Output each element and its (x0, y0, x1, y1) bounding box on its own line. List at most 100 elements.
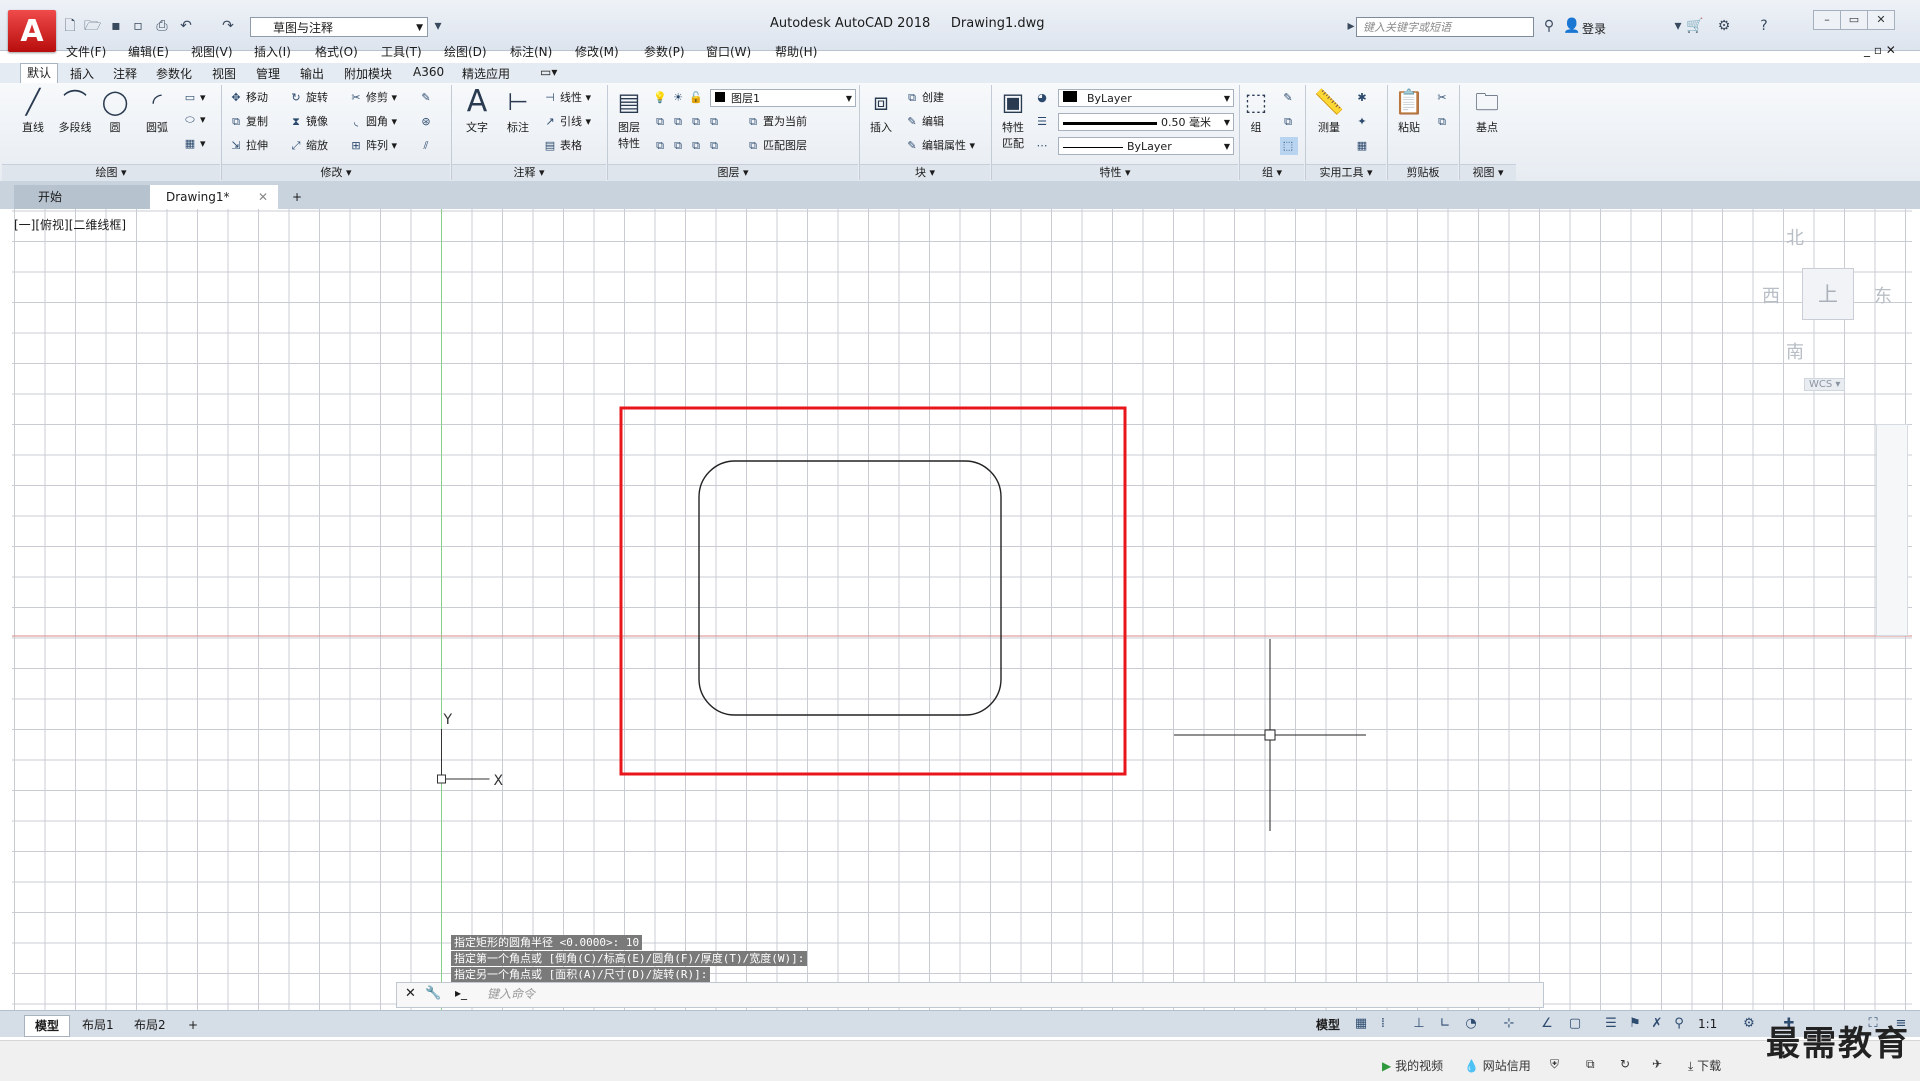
fillet-tool[interactable]: ◟ 圆角 ▾ (348, 113, 397, 131)
rotate-tool[interactable]: ↻ 旋转 (288, 89, 328, 107)
modify-panel-title[interactable]: 修改 ▾ (222, 164, 450, 181)
dimension-tool[interactable]: ⊢ 标注 (497, 85, 539, 135)
edit-block-tool[interactable]: ✎ 编辑 (904, 113, 944, 131)
layer-tools-row-2[interactable]: ⧉ ⧉ ⧉ ⧉ (652, 137, 724, 155)
tab-parametric[interactable]: 参数化 (156, 65, 192, 82)
navigation-bar[interactable] (1876, 424, 1908, 636)
group-edit-tool[interactable]: ✎ (1280, 89, 1298, 107)
groups-panel-title[interactable]: 组 ▾ (1240, 164, 1304, 181)
offset-tool[interactable]: ⫽ (418, 137, 436, 155)
workspace-gear-icon[interactable]: ⚙ (1740, 1016, 1758, 1032)
transparency-icon[interactable]: ▢ (1566, 1016, 1584, 1032)
command-input[interactable]: 键入命令 (487, 986, 1527, 1002)
text-tool[interactable]: A 文字 (456, 85, 498, 135)
menu-help[interactable]: 帮助(H) (775, 43, 817, 60)
minimize-button[interactable]: – (1813, 10, 1841, 30)
shield-icon[interactable]: ⛨ (1550, 1057, 1559, 1072)
viewcube-face[interactable]: 上 (1802, 268, 1854, 320)
viewcube-south[interactable]: 南 (1786, 338, 1804, 364)
menu-dimension[interactable]: 标注(N) (510, 43, 552, 60)
exchange-icon[interactable]: ⚙ (1716, 18, 1732, 34)
utilities-panel-title[interactable]: 实用工具 ▾ (1306, 164, 1386, 181)
save-as-icon[interactable]: ▫ (130, 18, 146, 34)
save-icon[interactable]: ▪ (108, 18, 124, 34)
paste-tool[interactable]: 📋 粘贴 (1388, 85, 1430, 135)
tab-model[interactable]: 模型 (24, 1015, 71, 1037)
new-tab-button[interactable]: + (286, 185, 308, 209)
close-button[interactable]: ✕ (1867, 10, 1895, 30)
tray-tool-icon[interactable]: ✈ (1652, 1057, 1662, 1071)
menu-format[interactable]: 格式(O) (315, 43, 358, 60)
login-dropdown-icon[interactable]: ▾ (1670, 18, 1686, 34)
plot-icon[interactable]: ⎙ (154, 18, 170, 34)
annotation-scale[interactable]: 1:1 (1698, 1017, 1717, 1031)
copy-clip-tool[interactable]: ⧉ (1434, 113, 1452, 131)
tab-view[interactable]: 视图 (212, 65, 236, 82)
block-panel-title[interactable]: 块 ▾ (860, 164, 990, 181)
layer-tools-row-1[interactable]: ⧉ ⧉ ⧉ ⧉ (652, 113, 724, 131)
customize-toolbar-icon[interactable]: ▾ (430, 18, 446, 34)
viewcube-north[interactable]: 北 (1786, 224, 1804, 250)
layers-panel-title[interactable]: 图层 ▾ (608, 164, 858, 181)
my-video-link[interactable]: ▶ 我的视频 (1382, 1057, 1443, 1074)
table-tool[interactable]: ▤ 表格 (542, 137, 582, 155)
menu-view[interactable]: 视图(V) (191, 43, 233, 60)
color-wheel-icon[interactable]: ◕ (1034, 89, 1052, 107)
menu-window[interactable]: 窗口(W) (706, 43, 751, 60)
infer-icon[interactable]: ⊥ (1410, 1016, 1428, 1032)
viewcube-west[interactable]: 西 (1762, 282, 1780, 308)
tab-layout1[interactable]: 布局1 (72, 1015, 124, 1035)
explode-tool[interactable]: ⊛ (418, 113, 436, 131)
search-input[interactable]: 键入关键字或短语 (1356, 17, 1534, 37)
set-current-tool[interactable]: ⧉ 置为当前 (745, 113, 807, 131)
tab-manage[interactable]: 管理 (256, 65, 280, 82)
linetype-dropdown[interactable]: ByLayer ▼ (1058, 137, 1234, 155)
rectangle-tool[interactable]: ▭ ▾ (182, 89, 206, 107)
layer-dropdown[interactable]: 图层1 ▼ (710, 89, 856, 107)
wcs-menu[interactable]: WCS ▾ (1804, 378, 1846, 391)
line-tool[interactable]: ╱ 直线 (12, 85, 54, 135)
login-link[interactable]: 登录 (1582, 20, 1606, 37)
cart-icon[interactable]: 🛒 (1686, 18, 1703, 34)
help-icon[interactable]: ? (1756, 18, 1772, 34)
ungroup-tool[interactable]: ⧉ (1280, 113, 1298, 131)
annotation-monitor-icon[interactable]: ⚑ (1626, 1016, 1644, 1032)
refresh-icon[interactable]: ↻ (1620, 1057, 1630, 1071)
match-properties-tool[interactable]: ▣ 特性 匹配 (992, 85, 1034, 151)
new-file-icon[interactable]: 🗋 (62, 18, 78, 34)
tab-annotate[interactable]: 注释 (113, 65, 137, 82)
linear-dim-tool[interactable]: ⊣ 线性 ▾ (542, 89, 591, 107)
net-credit-link[interactable]: 💧 网站信用 (1464, 1057, 1531, 1074)
group-tool[interactable]: ⬚ 组 (1236, 85, 1276, 135)
layer-properties-tool[interactable]: ▤ 图层 特性 (608, 85, 650, 151)
properties-panel-title[interactable]: 特性 ▾ (992, 164, 1238, 181)
create-block-tool[interactable]: ⧉ 创建 (904, 89, 944, 107)
ellipse-tool[interactable]: ⬭ ▾ (182, 111, 205, 129)
annotation-visibility-icon[interactable]: ✗ (1648, 1016, 1666, 1032)
mirror-tool[interactable]: ⧗ 镜像 (288, 113, 328, 131)
polyline-tool[interactable]: ⌒ 多段线 (54, 85, 96, 135)
calculator-tool[interactable]: ▦ (1354, 137, 1372, 155)
menu-draw[interactable]: 绘图(D) (444, 43, 487, 60)
viewcube-east[interactable]: 东 (1874, 282, 1892, 308)
workspace-select[interactable]: 草图与注释 ▼ (250, 17, 428, 37)
selection-cycle-icon[interactable]: ☰ (1602, 1016, 1620, 1032)
model-space-toggle[interactable]: 模型 (1306, 1015, 1350, 1035)
circle-tool[interactable]: ◯ 圆 (94, 85, 136, 135)
close-icon[interactable]: ✕ (258, 185, 268, 209)
osnap-icon[interactable]: ⊹ (1500, 1016, 1518, 1032)
scale-tool[interactable]: ⤢ 缩放 (288, 137, 328, 155)
lineweight-toggle-icon[interactable]: ∠ (1538, 1016, 1556, 1032)
ortho-icon[interactable]: ∟ (1436, 1016, 1454, 1032)
trim-tool[interactable]: ✂ 修剪 ▾ (348, 89, 397, 107)
screenshot-icon[interactable]: ⧉ (1586, 1057, 1595, 1072)
wrench-icon[interactable]: 🔧 (425, 986, 441, 1001)
group-select-toggle[interactable]: ⬚ (1280, 137, 1298, 155)
tab-addins[interactable]: 附加模块 (344, 65, 392, 82)
leader-tool[interactable]: ↗ 引线 ▾ (542, 113, 591, 131)
app-menu-button[interactable]: A (8, 10, 56, 52)
point-tool[interactable]: ✦ (1354, 113, 1372, 131)
undo-icon[interactable]: ↶ (178, 18, 194, 34)
viewport-controls-label[interactable]: [一][俯视][二维线框] (14, 216, 126, 233)
menu-file[interactable]: 文件(F) (66, 43, 106, 60)
